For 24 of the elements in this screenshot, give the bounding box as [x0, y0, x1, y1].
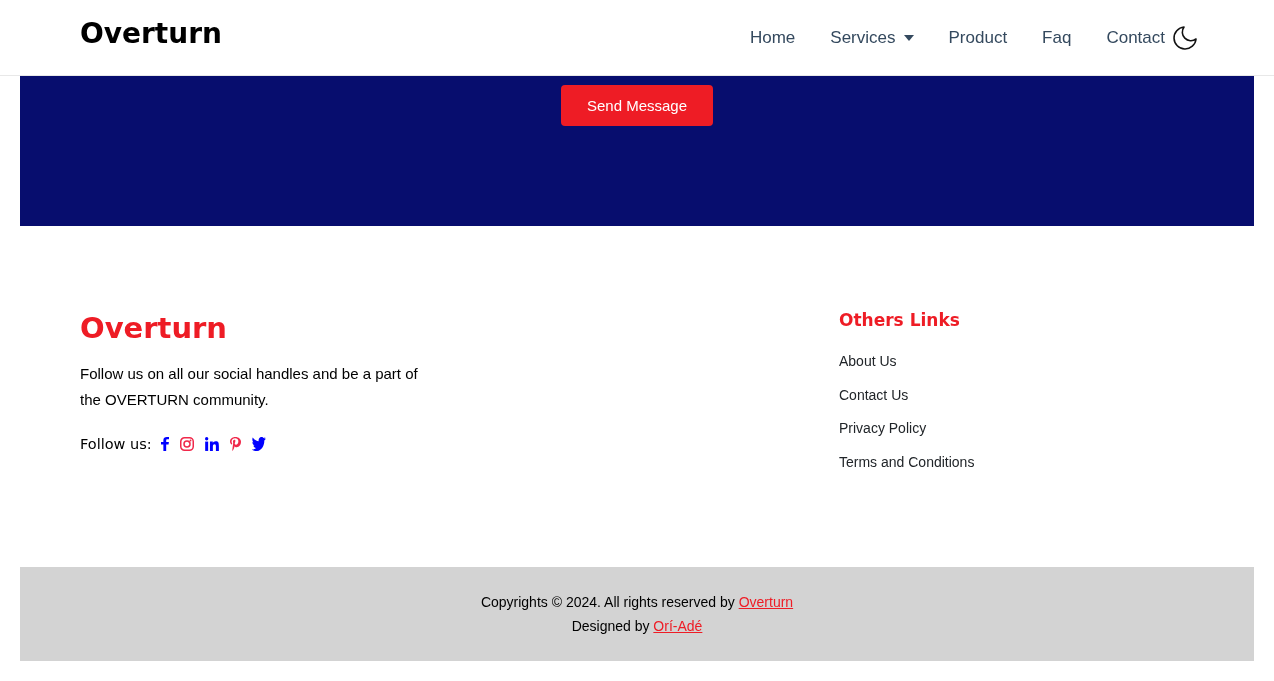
copyright-text: Copyrights © 2024. All rights reserved by Overturn: [479, 592, 795, 612]
nav-link[interactable]: Services: [830, 26, 914, 49]
nav-link[interactable]: Product: [948, 26, 1008, 49]
instagram-icon[interactable]: [179, 437, 194, 451]
credit-text: Designed by Orí-Adé: [570, 616, 704, 636]
footer-logo: Overturn: [80, 310, 228, 346]
linkedin-icon[interactable]: [204, 437, 219, 451]
footer-description: Follow us on all our social handles and be a part of the OVERTURN community.: [80, 364, 419, 410]
site-logo[interactable]: Overturn: [80, 17, 222, 51]
facebook-icon[interactable]: [160, 437, 169, 451]
footer-link[interactable]: Privacy Policy: [839, 418, 927, 438]
nav-link[interactable]: Faq: [1042, 26, 1072, 49]
footer-link[interactable]: Contact Us: [839, 384, 909, 405]
twitter-icon[interactable]: [251, 437, 266, 451]
moon-icon[interactable]: [1173, 25, 1197, 50]
footer-link[interactable]: Terms and Conditions: [839, 451, 975, 472]
nav-link[interactable]: Contact: [1106, 26, 1165, 49]
pinterest-icon[interactable]: [229, 437, 241, 451]
send-message-button[interactable]: Send Message: [560, 85, 714, 126]
nav-link[interactable]: Home: [749, 26, 796, 49]
links-heading: Others Links: [839, 310, 961, 330]
follow-label: Follow us:: [80, 436, 152, 452]
caret-icon: [903, 34, 914, 41]
footer-link[interactable]: About Us: [839, 351, 897, 371]
